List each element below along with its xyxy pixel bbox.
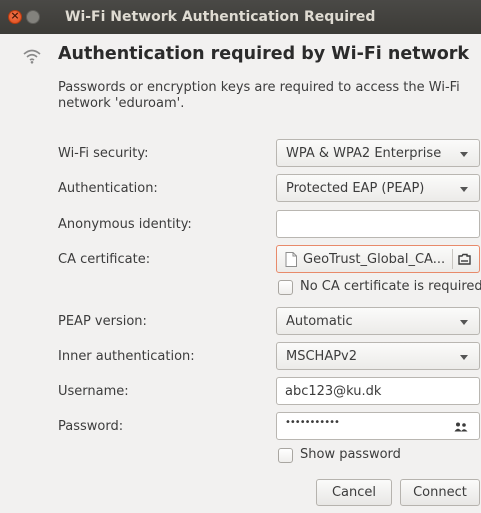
ca-certificate-value: GeoTrust_Global_CA... [303, 252, 446, 267]
wifi-icon [23, 49, 41, 64]
cancel-button[interactable]: Cancel [316, 479, 392, 506]
minimize-button[interactable] [26, 10, 40, 24]
anonymous-identity-input[interactable] [276, 210, 480, 238]
username-label: Username: [58, 384, 129, 399]
divider [452, 249, 453, 269]
dialog-description: Passwords or encryption keys are require… [58, 80, 460, 111]
window-title: Wi-Fi Network Authentication Required [65, 9, 376, 25]
document-icon [285, 252, 297, 267]
anonymous-identity-label: Anonymous identity: [58, 217, 192, 232]
close-button[interactable]: × [8, 9, 22, 24]
authentication-label: Authentication: [58, 181, 158, 196]
username-input[interactable]: abc123@ku.dk [276, 377, 480, 405]
title-bar: × Wi-Fi Network Authentication Required [0, 0, 481, 34]
password-label: Password: [58, 419, 124, 434]
chevron-down-icon [460, 152, 468, 157]
wifi-security-value: WPA & WPA2 Enterprise [286, 146, 442, 161]
username-value: abc123@ku.dk [285, 384, 382, 399]
ca-certificate-label: CA certificate: [58, 252, 151, 267]
dialog-heading: Authentication required by Wi-Fi network [58, 44, 470, 64]
no-ca-required-label[interactable]: No CA certificate is required [300, 279, 481, 294]
password-value: ••••••••••• [285, 417, 340, 428]
chevron-down-icon [460, 187, 468, 192]
inner-authentication-select[interactable]: MSCHAPv2 [276, 342, 480, 370]
users-icon[interactable] [454, 422, 468, 432]
peap-version-label: PEAP version: [58, 314, 147, 329]
show-password-label[interactable]: Show password [300, 447, 401, 462]
authentication-value: Protected EAP (PEAP) [286, 181, 425, 196]
inner-authentication-value: MSCHAPv2 [286, 349, 358, 364]
no-ca-required-checkbox[interactable] [278, 280, 293, 295]
show-password-checkbox[interactable] [278, 448, 293, 463]
peap-version-select[interactable]: Automatic [276, 307, 480, 335]
close-icon: × [10, 9, 20, 22]
wifi-security-label: Wi-Fi security: [58, 146, 149, 161]
inner-authentication-label: Inner authentication: [58, 349, 195, 364]
ca-certificate-chooser[interactable]: GeoTrust_Global_CA... [276, 245, 480, 273]
connect-button[interactable]: Connect [400, 479, 480, 506]
password-input[interactable]: ••••••••••• [276, 412, 480, 440]
chevron-down-icon [460, 355, 468, 360]
open-folder-icon[interactable] [458, 253, 471, 265]
peap-version-value: Automatic [286, 314, 353, 329]
chevron-down-icon [460, 320, 468, 325]
authentication-select[interactable]: Protected EAP (PEAP) [276, 174, 480, 202]
wifi-security-select[interactable]: WPA & WPA2 Enterprise [276, 139, 480, 167]
